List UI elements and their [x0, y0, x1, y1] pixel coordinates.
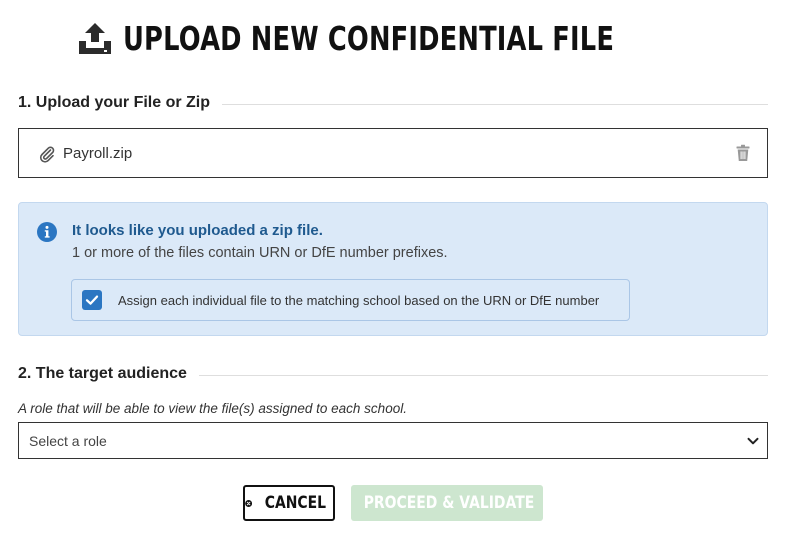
section-divider [222, 103, 768, 105]
paperclip-icon [39, 146, 55, 163]
page-title-text: UPLOAD NEW CONFIDENTIAL FILE [123, 18, 615, 58]
role-select-value: Select a role [29, 432, 107, 449]
cancel-button[interactable]: CANCEL [243, 485, 335, 521]
zip-notice: It looks like you uploaded a zip file. 1… [18, 202, 768, 336]
assign-by-urn-label: Assign each individual file to the match… [118, 292, 600, 308]
upload-section-heading: 1. Upload your File or Zip [18, 91, 768, 115]
zip-notice-heading: It looks like you uploaded a zip file. [72, 222, 323, 239]
role-select[interactable]: Select a role [18, 422, 768, 459]
checkmark-icon [85, 295, 99, 305]
proceed-validate-button-label: PROCEED & VALIDATE [363, 493, 535, 513]
audience-section-label: 2. The target audience [18, 365, 187, 382]
trash-icon[interactable] [735, 144, 751, 162]
close-circle-icon [245, 499, 253, 507]
page-title: UPLOAD NEW CONFIDENTIAL FILE [0, 14, 790, 62]
audience-section-heading: 2. The target audience [18, 362, 768, 386]
assign-by-urn-checkbox[interactable] [82, 290, 102, 310]
audience-hint: A role that will be able to view the fil… [18, 401, 407, 416]
chevron-down-icon [747, 437, 759, 444]
upload-tray-icon [79, 23, 111, 54]
upload-section-label: 1. Upload your File or Zip [18, 94, 211, 111]
uploaded-file-row: Payroll.zip [18, 128, 768, 178]
zip-notice-message: 1 or more of the files contain URN or Df… [72, 245, 448, 261]
proceed-validate-button[interactable]: PROCEED & VALIDATE [351, 485, 543, 521]
info-circle-icon [37, 222, 57, 242]
assign-by-urn-option[interactable]: Assign each individual file to the match… [71, 279, 630, 321]
cancel-button-label: CANCEL [264, 493, 327, 513]
file-name: Payroll.zip [63, 144, 133, 162]
section-divider [198, 374, 768, 376]
